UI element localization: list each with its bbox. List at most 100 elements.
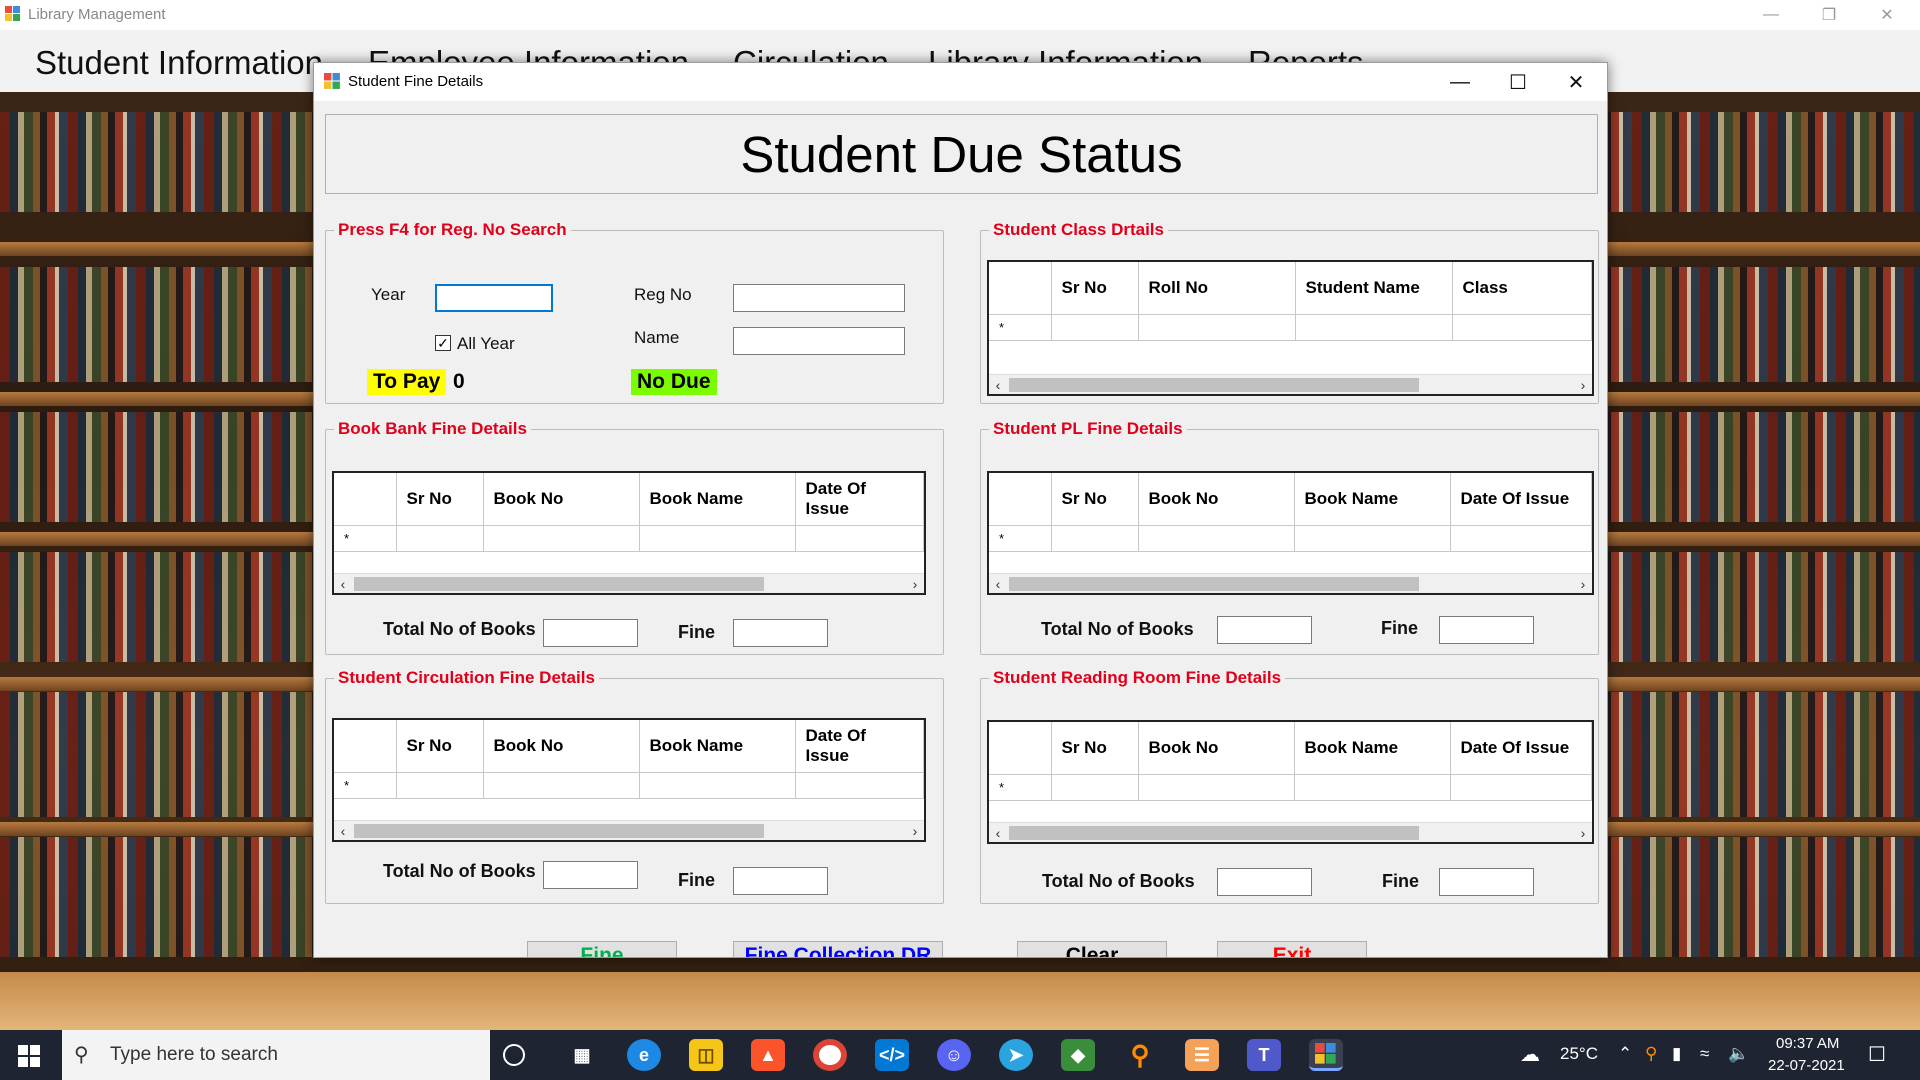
circulation-total-books-field[interactable] <box>543 861 638 889</box>
col-sr-no[interactable]: Sr No <box>1051 722 1139 775</box>
pl-fine-input[interactable] <box>1440 617 1533 643</box>
table-cell[interactable] <box>483 525 640 552</box>
table-cell[interactable] <box>1138 774 1295 801</box>
table-cell[interactable] <box>639 772 796 799</box>
book-bank-fine-field[interactable] <box>733 619 828 647</box>
windows-start-icon[interactable] <box>18 1045 40 1067</box>
table-row[interactable]: * <box>334 772 924 799</box>
col-sr-no[interactable]: Sr No <box>396 720 484 773</box>
table-cell[interactable] <box>1138 525 1295 552</box>
close-button[interactable]: ✕ <box>1858 0 1916 30</box>
regno-field[interactable] <box>733 284 905 312</box>
wifi-icon[interactable]: ≈ <box>1700 1044 1709 1064</box>
name-input[interactable] <box>734 328 904 354</box>
scroll-right-icon[interactable]: › <box>906 821 924 840</box>
restore-button[interactable]: ❐ <box>1800 0 1858 30</box>
dialog-maximize-button[interactable]: ☐ <box>1489 63 1547 101</box>
table-cell[interactable] <box>1295 314 1453 341</box>
class-details-grid[interactable]: Sr No Roll No Student Name Class * ‹ › <box>987 260 1594 396</box>
col-book-name[interactable]: Book Name <box>639 473 796 526</box>
taskbar-search-box[interactable]: ⚲ Type here to search <box>62 1030 490 1080</box>
col-book-no[interactable]: Book No <box>1138 473 1295 526</box>
table-cell[interactable] <box>396 772 484 799</box>
col-sr-no[interactable]: Sr No <box>1051 262 1139 315</box>
battery-icon[interactable]: ▮ <box>1672 1044 1681 1064</box>
scrollbar-thumb[interactable] <box>354 824 764 838</box>
scroll-left-icon[interactable]: ‹ <box>334 821 352 840</box>
pl-total-books-field[interactable] <box>1217 616 1312 644</box>
table-cell[interactable] <box>639 525 796 552</box>
pl-fine-field[interactable] <box>1439 616 1534 644</box>
book-bank-grid[interactable]: Sr No Book No Book Name Date Of Issue * … <box>332 471 926 595</box>
table-cell[interactable] <box>1450 525 1592 552</box>
discord-icon[interactable]: ☺ <box>937 1039 971 1071</box>
clear-button[interactable]: Clear <box>1017 941 1167 957</box>
scrollbar-thumb[interactable] <box>1009 577 1419 591</box>
col-book-no[interactable]: Book No <box>483 720 640 773</box>
horizontal-scrollbar[interactable]: ‹ › <box>989 573 1592 593</box>
table-cell[interactable] <box>1294 774 1451 801</box>
table-cell[interactable] <box>1051 314 1139 341</box>
search-tool-icon[interactable]: ⚲ <box>1123 1039 1157 1071</box>
cortana-icon[interactable] <box>503 1044 525 1066</box>
table-row[interactable]: * <box>334 525 924 552</box>
scroll-right-icon[interactable]: › <box>1574 375 1592 394</box>
col-date-of-issue[interactable]: Date Of Issue <box>1450 473 1592 526</box>
table-cell[interactable] <box>483 772 640 799</box>
name-field[interactable] <box>733 327 905 355</box>
pl-total-books-input[interactable] <box>1218 617 1311 643</box>
brave-icon[interactable]: ▲ <box>751 1039 785 1071</box>
year-input[interactable] <box>437 286 551 310</box>
clock-date[interactable]: 22-07-2021 <box>1768 1057 1845 1074</box>
reading-room-fine-grid[interactable]: Sr No Book No Book Name Date Of Issue * … <box>987 720 1594 844</box>
fine-collection-button[interactable]: Fine Collection DR <box>733 941 943 957</box>
col-student-name[interactable]: Student Name <box>1295 262 1453 315</box>
scroll-left-icon[interactable]: ‹ <box>989 375 1007 394</box>
volume-icon[interactable]: 🔈 <box>1728 1044 1749 1064</box>
chrome-icon[interactable] <box>813 1039 847 1071</box>
chevron-up-icon[interactable]: ⌃ <box>1618 1044 1632 1064</box>
all-year-checkbox[interactable]: ✓ <box>435 335 451 351</box>
git-icon[interactable]: ◆ <box>1061 1039 1095 1071</box>
table-cell[interactable] <box>795 525 924 552</box>
table-row[interactable]: * <box>989 774 1592 801</box>
table-cell[interactable] <box>1051 774 1139 801</box>
fine-button[interactable]: Fine <box>527 941 677 957</box>
table-cell[interactable] <box>1138 314 1296 341</box>
table-cell[interactable] <box>1452 314 1592 341</box>
vscode-icon[interactable]: </> <box>875 1039 909 1071</box>
scrollbar-thumb[interactable] <box>354 577 764 591</box>
edge-icon[interactable]: e <box>627 1039 661 1071</box>
horizontal-scrollbar[interactable]: ‹ › <box>989 374 1592 394</box>
scrollbar-thumb[interactable] <box>1009 378 1419 392</box>
col-date-of-issue[interactable]: Date Of Issue <box>1450 722 1592 775</box>
scroll-right-icon[interactable]: › <box>1574 574 1592 593</box>
exit-button[interactable]: Exit <box>1217 941 1367 957</box>
weather-temperature[interactable]: 25°C <box>1560 1044 1598 1064</box>
col-book-no[interactable]: Book No <box>1138 722 1295 775</box>
table-cell[interactable] <box>795 772 924 799</box>
col-sr-no[interactable]: Sr No <box>396 473 484 526</box>
col-roll-no[interactable]: Roll No <box>1138 262 1296 315</box>
reading-room-total-books-field[interactable] <box>1217 868 1312 896</box>
dialog-close-button[interactable]: ✕ <box>1547 63 1605 101</box>
circulation-fine-grid[interactable]: Sr No Book No Book Name Date Of Issue * … <box>332 718 926 842</box>
table-cell[interactable] <box>1294 525 1451 552</box>
book-bank-total-books-field[interactable] <box>543 619 638 647</box>
table-cell[interactable] <box>396 525 484 552</box>
search-tool-tray-icon[interactable]: ⚲ <box>1645 1044 1657 1064</box>
scroll-left-icon[interactable]: ‹ <box>334 574 352 593</box>
file-explorer-icon[interactable]: ◫ <box>689 1039 723 1071</box>
horizontal-scrollbar[interactable]: ‹ › <box>334 573 924 593</box>
col-book-no[interactable]: Book No <box>483 473 640 526</box>
col-date-of-issue[interactable]: Date Of Issue <box>795 473 924 526</box>
scrollbar-thumb[interactable] <box>1009 826 1419 840</box>
minimize-button[interactable]: — <box>1742 0 1800 30</box>
table-row[interactable]: * <box>989 314 1592 341</box>
scroll-left-icon[interactable]: ‹ <box>989 823 1007 842</box>
table-row[interactable]: * <box>989 525 1592 552</box>
reading-room-total-books-input[interactable] <box>1218 869 1311 895</box>
col-date-of-issue[interactable]: Date Of Issue <box>795 720 924 773</box>
notepad-icon[interactable]: ☰ <box>1185 1039 1219 1071</box>
scroll-right-icon[interactable]: › <box>906 574 924 593</box>
